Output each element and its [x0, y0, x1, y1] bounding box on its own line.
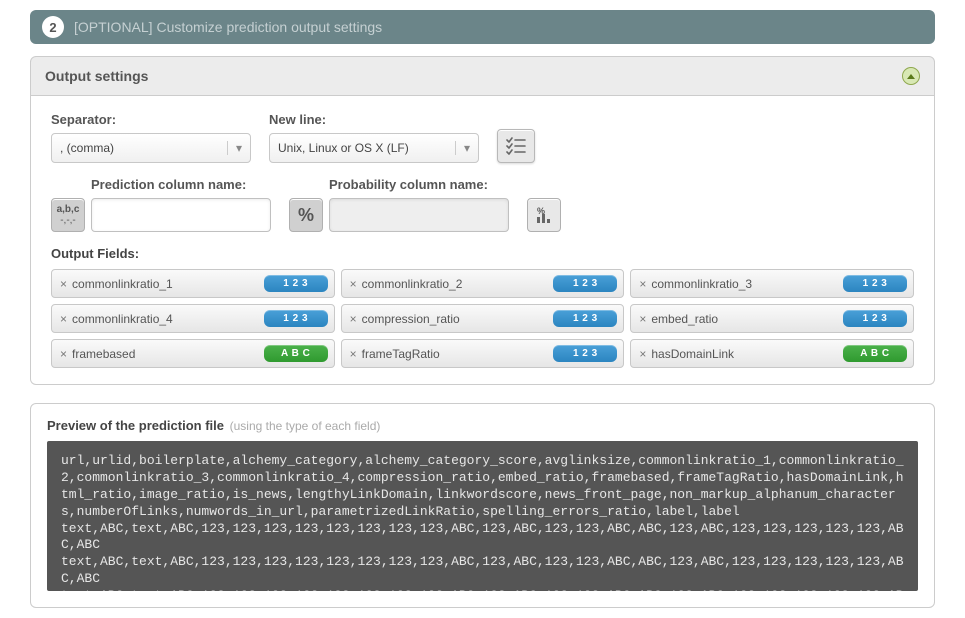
output-field-chip[interactable]: ×commonlinkratio_21 2 3 — [341, 269, 625, 298]
header-row-icon[interactable]: a,b,c -,-,- — [51, 198, 85, 232]
output-field-chip[interactable]: ×compression_ratio1 2 3 — [341, 304, 625, 333]
remove-chip-icon[interactable]: × — [348, 278, 362, 290]
separator-value: , (comma) — [60, 141, 114, 155]
preview-title: Preview of the prediction file — [47, 418, 224, 433]
output-fields-list: ×commonlinkratio_11 2 3×commonlinkratio_… — [51, 269, 914, 368]
type-badge-numeric: 1 2 3 — [553, 345, 617, 362]
probability-column-name-input[interactable] — [329, 198, 509, 232]
chip-label: commonlinkratio_1 — [72, 277, 264, 291]
chevron-down-icon: ▾ — [455, 141, 470, 155]
remove-chip-icon[interactable]: × — [58, 348, 72, 360]
probability-column-label: Probability column name: — [329, 177, 509, 192]
preview-section: Preview of the prediction file (using th… — [30, 403, 935, 608]
chip-label: commonlinkratio_3 — [651, 277, 843, 291]
chip-label: commonlinkratio_4 — [72, 312, 264, 326]
type-badge-numeric: 1 2 3 — [843, 275, 907, 292]
prediction-column-name-input[interactable] — [91, 198, 271, 232]
remove-chip-icon[interactable]: × — [637, 278, 651, 290]
separator-label: Separator: — [51, 112, 251, 127]
type-badge-numeric: 1 2 3 — [264, 310, 328, 327]
output-field-chip[interactable]: ×framebasedA B C — [51, 339, 335, 368]
step-title: [OPTIONAL] Customize prediction output s… — [74, 19, 382, 35]
remove-chip-icon[interactable]: × — [58, 278, 72, 290]
newline-value: Unix, Linux or OS X (LF) — [278, 141, 409, 155]
newline-select[interactable]: Unix, Linux or OS X (LF) ▾ — [269, 133, 479, 163]
output-field-chip[interactable]: ×commonlinkratio_31 2 3 — [630, 269, 914, 298]
remove-chip-icon[interactable]: × — [348, 348, 362, 360]
step-number-badge: 2 — [42, 16, 64, 38]
chip-label: framebased — [72, 347, 264, 361]
type-badge-numeric: 1 2 3 — [843, 310, 907, 327]
output-settings-header[interactable]: Output settings — [30, 56, 935, 96]
preview-content[interactable]: url,urlid,boilerplate,alchemy_category,a… — [47, 441, 918, 591]
output-settings-body: Separator: , (comma) ▾ New line: Unix, L… — [30, 96, 935, 385]
collapse-icon[interactable] — [902, 67, 920, 85]
chip-label: compression_ratio — [362, 312, 554, 326]
distribution-icon[interactable]: % — [527, 198, 561, 232]
preview-subtitle: (using the type of each field) — [230, 419, 381, 433]
output-field-chip[interactable]: ×embed_ratio1 2 3 — [630, 304, 914, 333]
chip-label: hasDomainLink — [651, 347, 843, 361]
separator-select[interactable]: , (comma) ▾ — [51, 133, 251, 163]
type-badge-text: A B C — [843, 345, 907, 362]
step-header[interactable]: 2 [OPTIONAL] Customize prediction output… — [30, 10, 935, 44]
select-all-fields-button[interactable] — [497, 129, 535, 163]
output-field-chip[interactable]: ×frameTagRatio1 2 3 — [341, 339, 625, 368]
output-fields-label: Output Fields: — [51, 246, 914, 261]
chip-label: embed_ratio — [651, 312, 843, 326]
percent-icon[interactable]: % — [289, 198, 323, 232]
output-settings-title: Output settings — [45, 68, 148, 84]
type-badge-text: A B C — [264, 345, 328, 362]
type-badge-numeric: 1 2 3 — [553, 310, 617, 327]
prediction-column-label: Prediction column name: — [91, 177, 271, 192]
chip-label: frameTagRatio — [362, 347, 554, 361]
chevron-down-icon: ▾ — [227, 141, 242, 155]
remove-chip-icon[interactable]: × — [348, 313, 362, 325]
remove-chip-icon[interactable]: × — [637, 348, 651, 360]
remove-chip-icon[interactable]: × — [637, 313, 651, 325]
type-badge-numeric: 1 2 3 — [264, 275, 328, 292]
output-field-chip[interactable]: ×commonlinkratio_11 2 3 — [51, 269, 335, 298]
remove-chip-icon[interactable]: × — [58, 313, 72, 325]
chip-label: commonlinkratio_2 — [362, 277, 554, 291]
output-field-chip[interactable]: ×hasDomainLinkA B C — [630, 339, 914, 368]
newline-label: New line: — [269, 112, 479, 127]
type-badge-numeric: 1 2 3 — [553, 275, 617, 292]
output-field-chip[interactable]: ×commonlinkratio_41 2 3 — [51, 304, 335, 333]
